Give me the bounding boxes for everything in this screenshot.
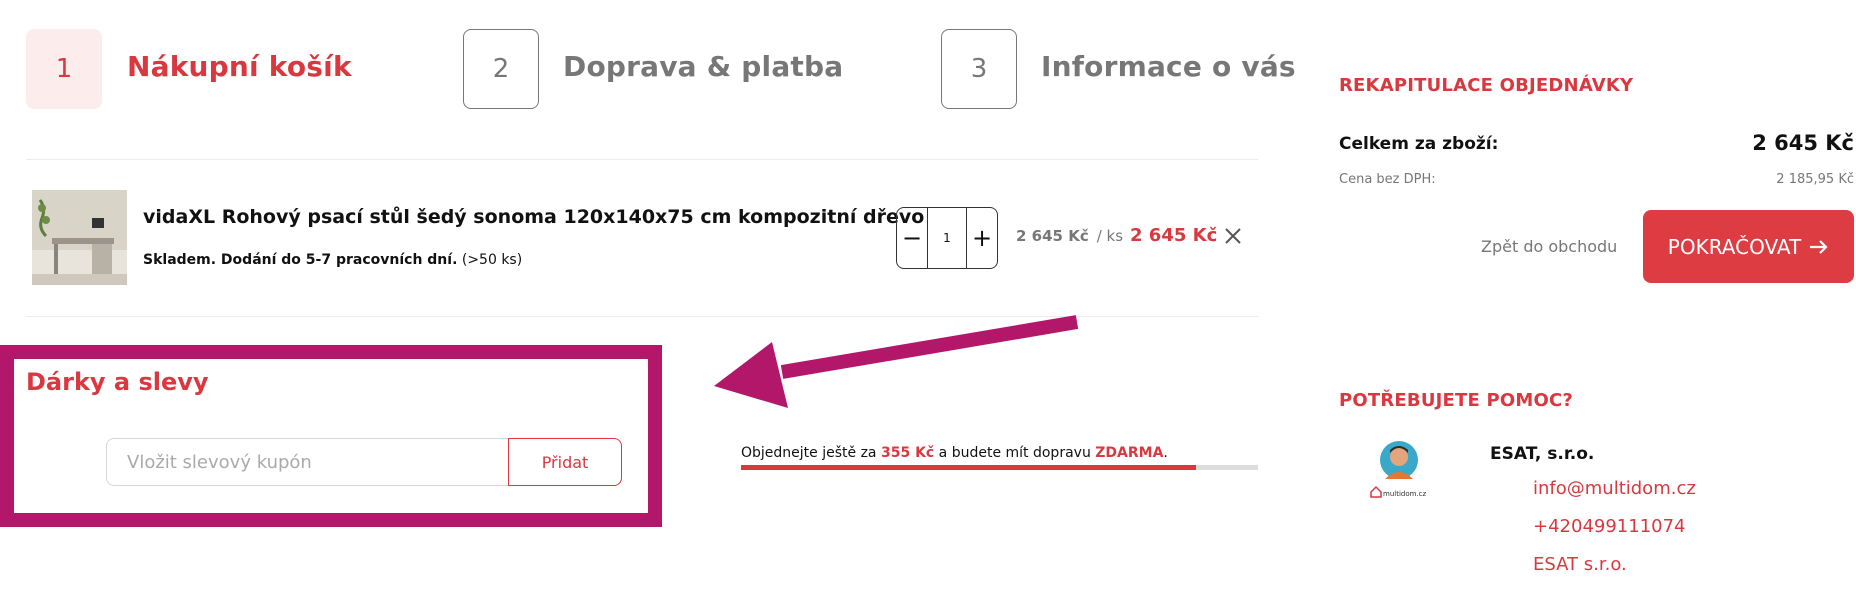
- unit-price-value: 2 645 Kč: [1016, 227, 1089, 245]
- shipping-remaining-amount: 355 Kč: [880, 445, 935, 461]
- coupon-input[interactable]: [106, 438, 510, 486]
- step-3-box[interactable]: 3: [941, 29, 1017, 109]
- summary-title: REKAPITULACE OBJEDNÁVKY: [1339, 75, 1634, 96]
- stock-count: (>50 ks): [461, 252, 523, 268]
- divider-top: [26, 159, 1258, 160]
- contact-phone-link[interactable]: +420499111074: [1533, 516, 1686, 537]
- summary-total-label: Celkem za zboží:: [1339, 134, 1499, 154]
- summary-vat-value: 2 185,95 Kč: [1776, 172, 1854, 187]
- stock-status: Skladem. Dodání do 5-7 pracovních dní.: [143, 252, 458, 268]
- back-to-shop-link[interactable]: Zpět do obchodu: [1481, 237, 1617, 256]
- free-shipping-progress-fill: [741, 465, 1196, 470]
- step-1-box[interactable]: 1: [26, 29, 102, 109]
- quantity-stepper: − 1 +: [896, 207, 998, 269]
- continue-button[interactable]: POKRAČOVAT: [1643, 210, 1854, 283]
- shipping-free-word: ZDARMA: [1095, 445, 1164, 461]
- contact-email-link[interactable]: info@multidom.cz: [1533, 478, 1696, 499]
- stock-info: Skladem. Dodání do 5-7 pracovních dní. (…: [143, 252, 522, 268]
- shipping-suffix: .: [1163, 445, 1168, 461]
- arrow-right-icon: [1810, 239, 1828, 254]
- summary-vat-label: Cena bez DPH:: [1339, 172, 1436, 187]
- avatar-logo-text: multidom.cz: [1383, 490, 1427, 498]
- increase-quantity-button[interactable]: +: [967, 208, 997, 268]
- unit-price: 2 645 Kč / ks: [1016, 227, 1123, 245]
- product-name[interactable]: vidaXL Rohový psací stůl šedý sonoma 120…: [143, 206, 924, 228]
- product-thumbnail[interactable]: [32, 190, 127, 285]
- summary-total-value: 2 645 Kč: [1752, 131, 1854, 155]
- step-3-label[interactable]: Informace o vás: [1041, 50, 1296, 83]
- shipping-prefix: Objednejte ještě za: [741, 445, 877, 461]
- support-avatar: multidom.cz: [1367, 440, 1427, 500]
- help-title: POTŘEBUJETE POMOC?: [1339, 390, 1574, 411]
- remove-item-icon[interactable]: [1222, 225, 1244, 247]
- shipping-middle: a budete mít dopravu: [938, 445, 1091, 461]
- step-1-number: 1: [55, 54, 73, 84]
- add-coupon-button[interactable]: Přidat: [508, 438, 622, 486]
- free-shipping-text: Objednejte ještě za 355 Kč a budete mít …: [741, 445, 1168, 461]
- company-name: ESAT, s.r.o.: [1490, 444, 1595, 464]
- decrease-quantity-button[interactable]: −: [897, 208, 927, 268]
- step-2-box[interactable]: 2: [463, 29, 539, 109]
- quantity-value[interactable]: 1: [927, 208, 967, 268]
- unit-price-suffix: / ks: [1096, 227, 1124, 245]
- step-2-label[interactable]: Doprava & platba: [563, 50, 843, 83]
- step-2-number: 2: [492, 54, 510, 84]
- gifts-title: Dárky a slevy: [26, 368, 209, 396]
- continue-button-label: POKRAČOVAT: [1667, 234, 1802, 259]
- company-link[interactable]: ESAT s.r.o.: [1533, 554, 1627, 575]
- free-shipping-progress-bar: [741, 465, 1258, 470]
- annotation-arrow-icon: [714, 315, 1079, 408]
- line-total-price: 2 645 Kč: [1130, 225, 1218, 246]
- step-3-number: 3: [970, 54, 988, 84]
- step-1-label[interactable]: Nákupní košík: [127, 50, 352, 83]
